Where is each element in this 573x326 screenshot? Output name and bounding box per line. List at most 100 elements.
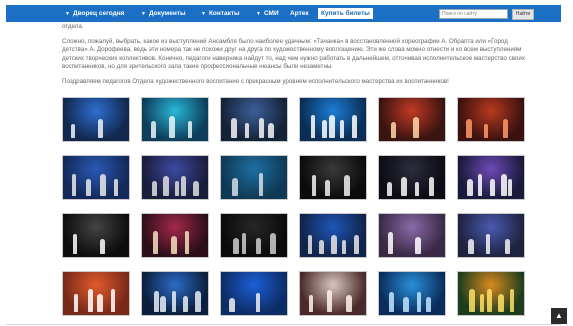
nav-item-label: СМИ [263, 10, 279, 17]
performer-figure [187, 121, 192, 138]
performer-figure [270, 233, 276, 254]
gallery-photo[interactable] [220, 97, 288, 142]
gallery-photo[interactable] [62, 213, 130, 258]
performer-figure [309, 295, 313, 312]
performer-figure [232, 178, 238, 196]
performer-figure [340, 120, 345, 138]
performer-figure [468, 239, 474, 254]
performer-figure [319, 240, 325, 254]
nav-item-palace-today[interactable]: ▼ Дворец сегодня [65, 5, 124, 22]
nav-item-contacts[interactable]: ▼ Контакты [201, 5, 240, 22]
performer-figure [311, 115, 315, 138]
performer-figure [184, 231, 189, 254]
performer-figure [153, 231, 158, 254]
scroll-to-top-button[interactable]: ▲ [551, 308, 567, 324]
performer-figure [480, 294, 485, 312]
performer-figure [72, 174, 76, 196]
caret-down-icon: ▼ [141, 11, 146, 17]
photo-gallery [62, 97, 527, 323]
top-nav-bar: ▼ Дворец сегодня ▼ Документы ▼ Контакты ▼ СМ… [6, 5, 561, 22]
performer-figure [308, 235, 312, 254]
performer-figure [233, 238, 239, 254]
performer-figure [429, 177, 434, 196]
performer-figure [353, 235, 359, 254]
gallery-photo[interactable] [457, 97, 525, 142]
performer-figure [391, 122, 396, 138]
performer-figure [415, 237, 421, 254]
performer-figure [401, 177, 407, 196]
performer-figure [415, 182, 419, 196]
gallery-photo[interactable] [457, 213, 525, 258]
nav-item-media[interactable]: ▼ СМИ [256, 5, 279, 22]
photo-image [300, 156, 366, 199]
nav-item-label: Контакты [208, 10, 240, 17]
performer-figure [486, 289, 492, 312]
performer-figure [100, 174, 106, 196]
performer-figure [467, 179, 473, 196]
gallery-photo[interactable] [378, 213, 446, 258]
buy-tickets-button[interactable]: Купить билеты [318, 8, 373, 19]
gallery-photo[interactable] [62, 97, 130, 142]
nav-item-label: Артек [290, 10, 309, 17]
performer-figure [74, 294, 78, 312]
performer-figure [343, 175, 350, 196]
gallery-photo[interactable] [62, 271, 130, 316]
performer-figure [163, 176, 170, 196]
performer-figure [114, 179, 118, 196]
gallery-photo[interactable] [220, 155, 288, 200]
performer-figure [97, 294, 103, 312]
nav-item-artek[interactable]: Артек [290, 5, 309, 22]
photo-image [379, 98, 445, 141]
photo-image [63, 272, 129, 315]
performer-figure [245, 123, 249, 138]
performer-figure [174, 181, 179, 196]
performer-figure [183, 296, 189, 312]
performer-figure [160, 296, 167, 312]
performer-figure [345, 295, 352, 312]
performer-figure [486, 234, 491, 254]
gallery-photo[interactable] [457, 271, 525, 316]
performer-figure [426, 297, 431, 312]
gallery-photo[interactable] [299, 213, 367, 258]
performer-figure [256, 293, 260, 312]
caret-down-icon: ▼ [201, 11, 206, 17]
caret-down-icon: ▼ [65, 11, 70, 17]
gallery-photo[interactable] [141, 155, 209, 200]
arrow-up-icon: ▲ [555, 311, 563, 320]
gallery-photo[interactable] [378, 97, 446, 142]
article-text: отдела. Сложно, пожалуй, выбрать, какое … [62, 23, 532, 87]
performer-figure [111, 289, 115, 312]
performer-figure [387, 182, 392, 196]
gallery-photo[interactable] [299, 271, 367, 316]
gallery-photo[interactable] [378, 271, 446, 316]
performer-figure [489, 179, 495, 196]
performer-figure [171, 236, 178, 254]
gallery-photo[interactable] [378, 155, 446, 200]
performer-figure [171, 291, 176, 312]
performer-figure [322, 120, 328, 138]
gallery-photo[interactable] [457, 155, 525, 200]
performer-figure [417, 292, 421, 312]
photo-image [221, 156, 287, 199]
nav-item-documents[interactable]: ▼ Документы [141, 5, 186, 22]
performer-figure [351, 115, 357, 138]
gallery-photo[interactable] [141, 97, 209, 142]
gallery-photo[interactable] [299, 155, 367, 200]
performer-figure [507, 179, 512, 196]
gallery-photo[interactable] [62, 155, 130, 200]
gallery-photo[interactable] [299, 97, 367, 142]
gallery-photo[interactable] [141, 271, 209, 316]
performer-figure [502, 119, 508, 138]
nav-item-label: Документы [148, 10, 186, 17]
gallery-photo[interactable] [141, 213, 209, 258]
gallery-photo[interactable] [220, 271, 288, 316]
gallery-photo[interactable] [220, 213, 288, 258]
performer-figure [484, 124, 489, 138]
photo-image [221, 214, 287, 257]
performer-figure [325, 180, 331, 196]
performer-figure [498, 294, 505, 312]
search-input[interactable]: Поиск по сайту [439, 9, 508, 19]
performer-figure [413, 117, 419, 138]
performer-figure [330, 235, 337, 254]
search-button[interactable]: Найти [512, 9, 534, 20]
